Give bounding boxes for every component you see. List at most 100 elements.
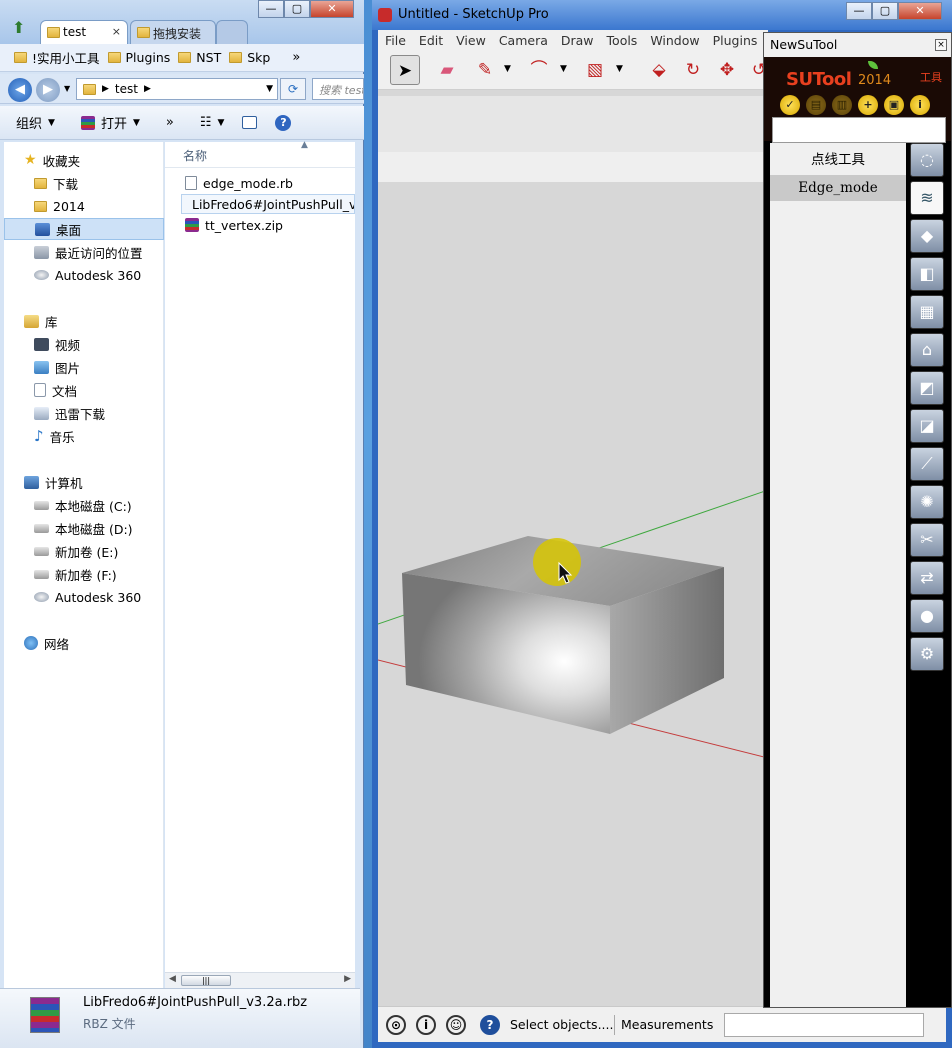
chevron-down-icon[interactable]: ▼ [504, 64, 511, 74]
model-viewport[interactable] [378, 90, 768, 1006]
user-icon[interactable]: ☺ [446, 1015, 466, 1035]
column-header-name[interactable]: 名称 ▲ [165, 140, 355, 168]
clipboard-button[interactable]: ▤ [806, 95, 826, 115]
nav-item-downloads[interactable]: 下载 [4, 172, 164, 194]
add-button[interactable]: + [858, 95, 878, 115]
info-button[interactable]: i [910, 95, 930, 115]
geo-location-icon[interactable]: ⊙ [386, 1015, 406, 1035]
category-button[interactable]: ⟋ [910, 447, 944, 481]
nav-item-recent[interactable]: 最近访问的位置 [4, 241, 164, 263]
nav-item-music[interactable]: ♪ 音乐 [4, 425, 164, 447]
history-dropdown-icon[interactable]: ▼ [64, 84, 70, 93]
category-button[interactable]: ● [910, 599, 944, 633]
nav-item-autodesk-360-drive[interactable]: Autodesk 360 [4, 586, 164, 608]
favbar-item-tools[interactable]: !实用小工具 [14, 48, 100, 67]
follow-me-tool-button[interactable]: ↻ [678, 55, 708, 85]
category-button[interactable]: ⇄ [910, 561, 944, 595]
save-button[interactable]: ▣ [884, 95, 904, 115]
chevron-down-icon[interactable]: ▼ [616, 64, 623, 74]
more-commands-button[interactable]: » [166, 115, 174, 130]
nav-libraries-header[interactable]: 库 [4, 310, 164, 332]
menu-file[interactable]: File [385, 33, 406, 48]
list-item-edge-mode[interactable]: Edge_mode [770, 175, 906, 201]
chevron-down-icon[interactable]: ▼ [266, 84, 273, 94]
menu-plugins[interactable]: Plugins [713, 33, 758, 48]
nav-item-pictures[interactable]: 图片 [4, 356, 164, 378]
close-button[interactable]: ✕ [310, 0, 354, 18]
nav-item-desktop[interactable]: 桌面 [4, 218, 164, 240]
category-button[interactable]: ▦ [910, 295, 944, 329]
scroll-left-icon[interactable]: ◀ [169, 974, 176, 984]
push-pull-tool-button[interactable]: ⬙ [644, 55, 674, 85]
nav-item-2014[interactable]: 2014 [4, 195, 164, 217]
back-button[interactable]: ◀ [8, 78, 32, 102]
nav-item-videos[interactable]: 视频 [4, 333, 164, 355]
help-icon[interactable]: ? [480, 1015, 500, 1035]
file-item[interactable]: edge_mode.rb [181, 173, 355, 193]
forward-button[interactable]: ▶ [36, 78, 60, 102]
category-button[interactable]: ◪ [910, 409, 944, 443]
nav-item-drive-e[interactable]: 新加卷 (E:) [4, 540, 164, 562]
trash-button[interactable]: ▥ [832, 95, 852, 115]
menu-window[interactable]: Window [650, 33, 699, 48]
view-options-button[interactable]: ☷ ▼ [200, 115, 225, 130]
close-icon[interactable]: × [935, 39, 947, 51]
move-tool-button[interactable]: ✥ [712, 55, 742, 85]
arc-tool-button[interactable]: ⌒ [524, 55, 554, 85]
menu-camera[interactable]: Camera [499, 33, 548, 48]
file-item[interactable]: tt_vertex.zip [181, 215, 355, 235]
category-button[interactable]: ✂ [910, 523, 944, 557]
info-icon[interactable]: i [416, 1015, 436, 1035]
minimize-button[interactable]: — [846, 2, 872, 20]
preview-pane-button[interactable] [242, 116, 258, 129]
select-tool-button[interactable]: ➤ [390, 55, 420, 85]
measurements-input[interactable] [724, 1013, 924, 1037]
close-button[interactable]: ✕ [898, 2, 942, 20]
help-button[interactable]: ? [275, 114, 292, 131]
category-button[interactable]: ⌂ [910, 333, 944, 367]
file-item[interactable]: LibFredo6#JointPushPull_v3.2a.rbz [181, 194, 355, 214]
list-item-point-line-tools[interactable]: 点线工具 [770, 147, 906, 173]
category-button[interactable]: ◌ [910, 143, 944, 177]
rectangle-tool-button[interactable]: ▧ [580, 55, 610, 85]
category-button[interactable]: ◧ [910, 257, 944, 291]
eraser-tool-button[interactable]: ▰ [432, 55, 462, 85]
nav-favorites-header[interactable]: ★ 收藏夹 [4, 149, 164, 171]
nav-item-thunder-downloads[interactable]: 迅雷下载 [4, 402, 164, 424]
menu-edit[interactable]: Edit [419, 33, 443, 48]
scroll-right-icon[interactable]: ▶ [344, 974, 351, 984]
category-button[interactable]: ≋ [910, 181, 944, 215]
menu-view[interactable]: View [456, 33, 486, 48]
new-tab-button[interactable] [216, 20, 248, 44]
nav-item-drive-f[interactable]: 新加卷 (F:) [4, 563, 164, 585]
favbar-item-nst[interactable]: NST [178, 50, 221, 65]
newsutool-search-input[interactable] [772, 117, 946, 143]
minimize-button[interactable]: — [258, 0, 284, 18]
nav-item-autodesk-360[interactable]: Autodesk 360 [4, 264, 164, 286]
category-button[interactable]: ◩ [910, 371, 944, 405]
nav-item-documents[interactable]: 文档 [4, 379, 164, 401]
horizontal-scrollbar[interactable]: ◀ ||| ▶ [165, 972, 355, 988]
scrollbar-thumb[interactable]: ||| [181, 975, 231, 986]
nav-item-drive-d[interactable]: 本地磁盘 (D:) [4, 517, 164, 539]
address-bar[interactable]: ▶ test ▶ ▼ [76, 78, 278, 100]
confirm-button[interactable]: ✓ [780, 95, 800, 115]
nav-network-header[interactable]: 网络 [4, 632, 164, 654]
search-input[interactable]: 搜索 test [312, 78, 364, 100]
favbar-item-plugins[interactable]: Plugins [107, 50, 170, 65]
restore-button[interactable]: ▢ [872, 2, 898, 20]
refresh-button[interactable]: ⟳ [280, 78, 306, 100]
nav-computer-header[interactable]: 计算机 [4, 471, 164, 493]
restore-button[interactable]: ▢ [284, 0, 310, 18]
organize-button[interactable]: 组织 ▼ [16, 113, 55, 132]
menu-draw[interactable]: Draw [561, 33, 594, 48]
chevron-down-icon[interactable]: ▼ [560, 64, 567, 74]
pencil-tool-button[interactable]: ✎ [470, 55, 500, 85]
settings-button[interactable]: ⚙ [910, 637, 944, 671]
favbar-item-skp[interactable]: Skp [229, 50, 270, 65]
category-button[interactable]: ✺ [910, 485, 944, 519]
tab-test[interactable]: test × [40, 20, 128, 44]
close-tab-icon[interactable]: × [112, 25, 121, 38]
category-button[interactable]: ◆ [910, 219, 944, 253]
open-button[interactable]: 打开 ▼ [80, 113, 140, 132]
